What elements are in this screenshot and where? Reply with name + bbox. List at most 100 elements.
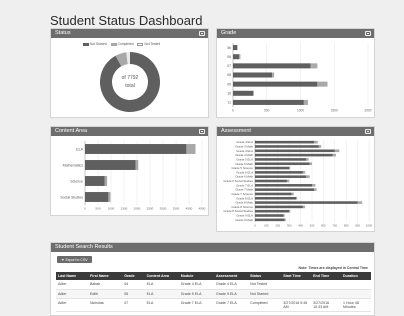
table-cell: ELA [144,289,179,299]
bar-segment[interactable] [255,175,307,178]
bar-segment[interactable] [255,140,315,144]
bar-segment[interactable] [303,99,308,105]
bar-segment[interactable] [255,218,285,222]
bar-segment[interactable] [255,166,290,170]
bar-segment[interactable] [306,158,309,161]
col-header[interactable]: Module [178,272,214,280]
bar-segment[interactable] [255,214,284,217]
bar-segment[interactable] [306,175,310,178]
panel-menu-icon[interactable] [365,31,371,36]
category-label: 5b [227,46,231,50]
table-row[interactable]: Adler Babak 04 ELA Grade 4 ELA Grade 4 E… [56,280,371,290]
table-cell: 07 [122,298,145,312]
bar-segment[interactable] [255,153,333,157]
bar-segment[interactable] [357,201,363,204]
col-header[interactable]: End Time [311,272,342,280]
bar-segment[interactable] [310,63,318,69]
bar-segment[interactable] [334,149,340,153]
bar-segment[interactable] [135,160,139,170]
bar-segment[interactable] [233,99,304,105]
bar-segment[interactable] [255,196,297,200]
bar-segment[interactable] [233,54,240,60]
bar-segment[interactable] [283,214,285,217]
export-csv-button[interactable]: ▼ Export to CSV [57,256,92,263]
bar-segment[interactable] [255,209,290,213]
bar-segment[interactable] [302,171,306,174]
bar-segment[interactable] [233,81,318,87]
x-tick-label: 900 [355,223,360,227]
bar-segment[interactable] [104,176,108,186]
bar-segment[interactable] [284,218,286,222]
table-row[interactable]: Adler Edith 05 ELA Grade 5 ELA Grade 5 E… [56,289,371,299]
table-cell [311,280,342,290]
bar-segment[interactable] [233,45,238,51]
bar-segment[interactable] [289,209,291,213]
bar-segment[interactable] [237,45,238,51]
x-tick-label: 1000 [297,109,304,113]
x-tick-label: 500 [95,207,100,211]
bar-segment[interactable] [312,184,316,187]
bar-segment[interactable] [186,144,196,154]
bar-segment[interactable] [318,145,322,148]
col-header[interactable]: Start Time [281,272,312,280]
bar-segment[interactable] [314,140,318,144]
bar-segment[interactable] [332,153,336,157]
panel-menu-icon[interactable] [199,31,205,36]
bar-segment[interactable] [255,162,310,166]
table-cell [341,280,371,290]
col-header[interactable]: Status [248,272,282,280]
bar-segment[interactable] [289,166,291,170]
results-panel: Student Search Results ▼ Export to CSV N… [50,242,375,316]
bar-segment[interactable] [291,192,294,196]
col-header[interactable]: Last Name [56,272,89,280]
bar-segment[interactable] [296,196,298,200]
results-table: Last Name First Name Grade Content Area … [56,272,371,312]
bar-segment[interactable] [255,149,335,153]
assessment-bar-chart: 0 100 200 300 400 500 600 700 800 900 1000Grade 3 … [223,140,373,227]
bar-segment[interactable] [314,188,317,191]
x-tick-label: 100 [264,223,269,227]
col-header[interactable]: Duration [341,272,371,280]
bar-segment[interactable] [85,144,187,154]
x-tick-label: 1000 [366,223,373,227]
col-header[interactable]: First Name [88,272,123,280]
bar-segment[interactable] [85,192,109,202]
category-label: Mathematics [63,163,84,167]
col-header[interactable]: Assessment [214,272,249,280]
legend-swatch [137,42,144,46]
bar-segment[interactable] [253,90,254,96]
bar-segment[interactable] [302,205,306,209]
col-header[interactable]: Content Area [144,272,179,280]
bar-segment[interactable] [272,72,275,78]
bar-segment[interactable] [108,192,111,202]
table-row[interactable]: Adler Nicholas 07 ELA Grade 7 ELA Grade … [56,298,371,312]
bar-segment[interactable] [255,179,287,183]
bar-segment[interactable] [309,162,312,166]
bar-segment[interactable] [255,188,315,191]
bar-segment[interactable] [85,176,105,186]
panel-menu-icon[interactable] [365,129,371,134]
bar-segment[interactable] [233,63,311,69]
assessment-panel-title: Assessment [221,128,251,134]
bar-segment[interactable] [239,54,241,60]
bar-segment[interactable] [255,145,319,148]
bar-segment[interactable] [255,192,292,196]
bar-segment[interactable] [255,201,358,204]
bar-segment[interactable] [255,158,307,161]
col-header[interactable]: Grade [122,272,145,280]
bar-segment[interactable] [233,90,254,96]
results-panel-header: Student Search Results [51,243,374,252]
bar-segment[interactable] [85,160,136,170]
bar-segment[interactable] [255,205,303,209]
donut-slice[interactable] [115,52,129,67]
x-tick-label: 1500 [331,109,338,113]
bar-segment[interactable] [317,81,328,87]
table-cell: Nicholas [88,298,123,312]
bar-segment[interactable] [255,171,303,174]
panel-menu-icon[interactable] [199,129,205,134]
category-label: 06 [227,55,231,59]
bar-segment[interactable] [286,179,290,183]
bar-segment[interactable] [255,184,312,187]
category-label: 10 [227,91,231,95]
bar-segment[interactable] [233,72,273,78]
